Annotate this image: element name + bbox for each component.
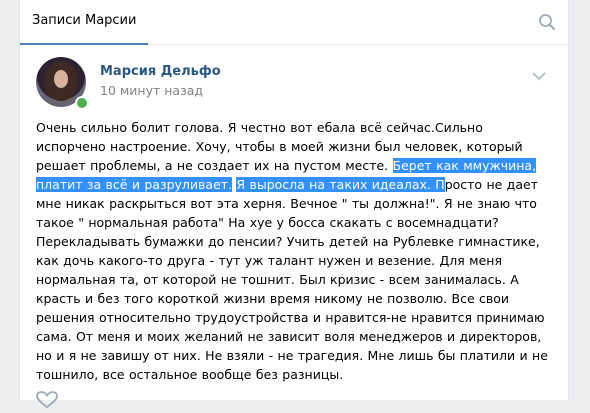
heart-icon [36, 391, 58, 409]
post-time[interactable]: 10 минут назад [100, 83, 203, 98]
chevron-down-icon [532, 72, 546, 81]
search-icon [539, 14, 555, 30]
selected-text-2: Я выросла на таких идеалах. П [236, 177, 445, 192]
post-author[interactable]: Марсия Дельфо [100, 64, 221, 79]
online-indicator [75, 96, 89, 110]
like-button[interactable] [36, 391, 58, 409]
post-text: Очень сильно болит голова. Я честно вот … [36, 118, 556, 384]
avatar-face [44, 61, 78, 101]
wall-card: Записи Марсии Марсия Дельфо 10 минут наз… [19, 0, 569, 409]
tab-marsia-posts[interactable]: Записи Марсии [20, 0, 149, 45]
post-menu-button[interactable] [532, 66, 546, 81]
post-text-rest: росто не дает мне никак раскрыться вот э… [36, 177, 548, 382]
search-button[interactable] [536, 11, 558, 33]
wall-tabs: Записи Марсии [20, 0, 568, 45]
